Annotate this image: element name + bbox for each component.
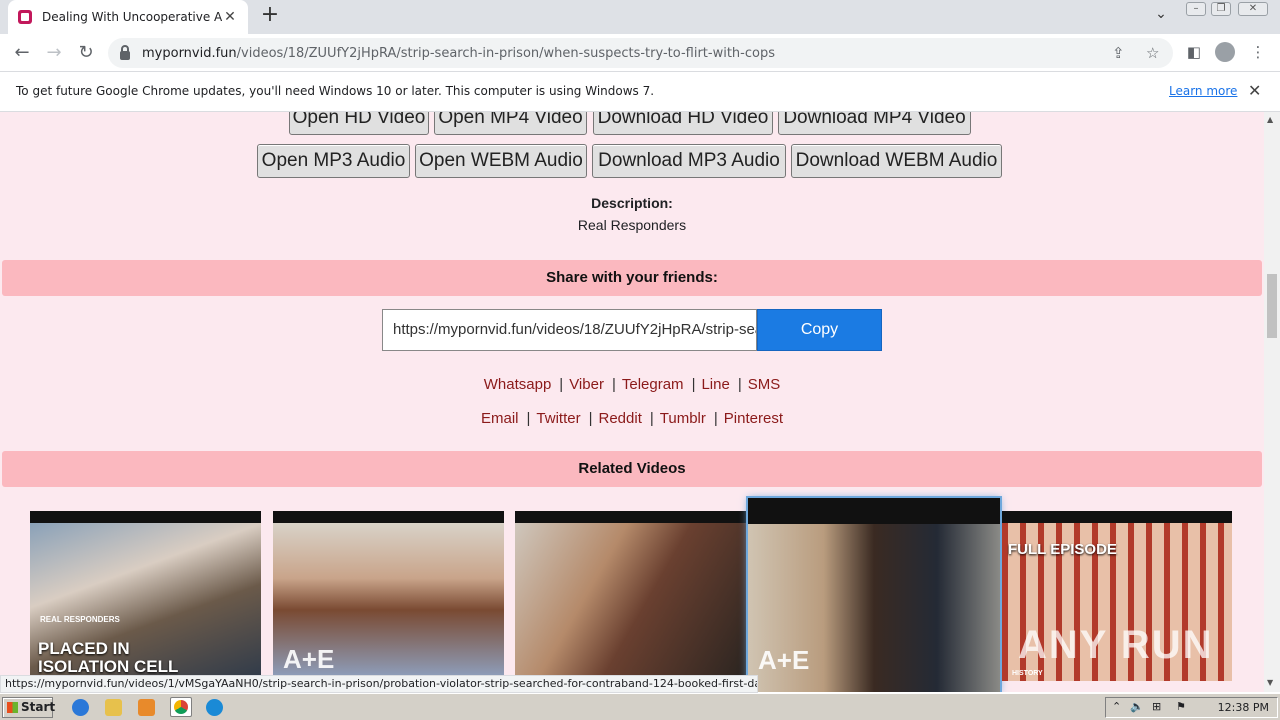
- start-label: Start: [21, 700, 56, 714]
- media-player-icon[interactable]: [138, 699, 155, 716]
- restore-icon[interactable]: ❐: [1211, 2, 1231, 16]
- email-link[interactable]: Email: [481, 410, 519, 427]
- telegram-link[interactable]: Telegram: [622, 376, 684, 393]
- share-url-input[interactable]: https://mypornvid.fun/videos/18/ZUUfY2jH…: [382, 309, 757, 351]
- menu-kebab-icon[interactable]: ⋮: [1248, 43, 1268, 63]
- scroll-down-arrow-icon[interactable]: ▼: [1267, 678, 1273, 687]
- share-links-row-1: Whatsapp | Viber | Telegram | Line | SMS: [0, 376, 1264, 393]
- tumblr-link[interactable]: Tumblr: [660, 410, 706, 427]
- description-heading: Description:: [591, 195, 673, 211]
- system-clock[interactable]: 12:38 PM: [1218, 701, 1269, 714]
- download-mp4-video-button[interactable]: Download MP4 Video: [778, 112, 971, 135]
- infobar-close-icon[interactable]: ✕: [1248, 81, 1261, 100]
- network-icon[interactable]: ⊞: [1152, 700, 1161, 713]
- volume-icon[interactable]: 🔈: [1130, 700, 1144, 713]
- ae-watermark: A+E: [283, 644, 335, 674]
- thumbnail-caption-line-1: PLACED IN: [38, 639, 130, 658]
- whatsapp-link[interactable]: Whatsapp: [484, 376, 552, 393]
- viber-link[interactable]: Viber: [569, 376, 604, 393]
- thumbnail-image: [515, 523, 746, 681]
- tab-title: Dealing With Uncooperative And Dru: [42, 10, 222, 24]
- active-tab[interactable]: Dealing With Uncooperative And Dru ✕: [8, 0, 248, 34]
- thumbnail-caption-line-2: ISOLATION CELL: [38, 657, 179, 676]
- page-content: Open HD Video Open MP4 Video Download HD…: [0, 112, 1264, 692]
- ae-watermark: A+E: [758, 645, 810, 675]
- copy-button[interactable]: Copy: [757, 309, 882, 351]
- related-video-thumbnail[interactable]: FULL EPISODE ANY RUN HISTORY: [1002, 511, 1232, 681]
- download-mp3-audio-button[interactable]: Download MP3 Audio: [592, 144, 786, 178]
- history-channel-logo: HISTORY: [1012, 670, 1043, 677]
- related-video-thumbnail[interactable]: [515, 511, 746, 681]
- related-video-thumbnail[interactable]: A+E: [273, 511, 504, 681]
- action-center-flag-icon[interactable]: ⚑: [1176, 700, 1186, 713]
- browser-toolbar: ← → ↻ mypornvid.fun/videos/18/ZUUfY2jHpR…: [0, 34, 1280, 72]
- window-close-icon[interactable]: ✕: [1238, 2, 1268, 16]
- related-videos-heading: Related Videos: [2, 451, 1262, 487]
- share-heading: Share with your friends:: [2, 260, 1262, 296]
- edge-icon[interactable]: [206, 699, 223, 716]
- forward-arrow-icon[interactable]: →: [42, 41, 66, 65]
- link-separator: |: [588, 410, 593, 427]
- full-episode-label: FULL EPISODE: [1008, 541, 1117, 558]
- open-hd-video-button[interactable]: Open HD Video: [289, 112, 429, 135]
- profile-avatar[interactable]: [1215, 42, 1235, 62]
- chrome-icon: [174, 700, 188, 714]
- minimize-icon[interactable]: –: [1186, 2, 1206, 16]
- sms-link[interactable]: SMS: [748, 376, 781, 393]
- link-separator: |: [611, 376, 616, 393]
- file-explorer-icon[interactable]: [105, 699, 122, 716]
- description-value: Real Responders: [577, 217, 687, 233]
- windows-logo-icon: [7, 702, 18, 713]
- link-status-bubble: https://mypornvid.fun/videos/1/vMSgaYAaN…: [0, 675, 758, 693]
- chrome-taskbar-button[interactable]: [170, 697, 192, 717]
- scroll-up-arrow-icon[interactable]: ▲: [1267, 115, 1273, 124]
- share-links-row-2: Email | Twitter | Reddit | Tumblr | Pinterest: [0, 410, 1264, 427]
- windows-taskbar: Start ⌃ 🔈 ⊞ ⚑ 12:38 PM: [0, 693, 1280, 720]
- share-page-icon[interactable]: ⇪: [1112, 44, 1125, 62]
- line-link[interactable]: Line: [701, 376, 729, 393]
- vertical-scrollbar[interactable]: ▲ ▼: [1264, 112, 1280, 692]
- anyrun-watermark: ANY RUN: [1018, 623, 1214, 667]
- twitter-link[interactable]: Twitter: [536, 410, 580, 427]
- url-text: mypornvid.fun/videos/18/ZUUfY2jHpRA/stri…: [142, 45, 775, 61]
- related-video-thumbnail[interactable]: REAL RESPONDERS PLACED IN ISOLATION CELL: [30, 511, 261, 681]
- infobar-message: To get future Google Chrome updates, you…: [16, 84, 655, 98]
- open-webm-audio-button[interactable]: Open WEBM Audio: [415, 144, 587, 178]
- tray-expand-icon[interactable]: ⌃: [1112, 700, 1121, 713]
- update-infobar: To get future Google Chrome updates, you…: [0, 72, 1280, 112]
- pinterest-link[interactable]: Pinterest: [724, 410, 783, 427]
- real-responders-badge: REAL RESPONDERS: [40, 615, 120, 624]
- tab-strip: Dealing With Uncooperative And Dru ✕ + ⌄…: [0, 0, 1280, 34]
- system-tray: ⌃ 🔈 ⊞ ⚑ 12:38 PM: [1105, 697, 1278, 718]
- reload-icon[interactable]: ↻: [74, 41, 98, 65]
- learn-more-link[interactable]: Learn more: [1169, 84, 1237, 98]
- link-separator: |: [691, 376, 696, 393]
- link-separator: |: [526, 410, 531, 427]
- tab-close-icon[interactable]: ✕: [222, 9, 238, 25]
- related-video-thumbnail-hovered[interactable]: A+E: [748, 498, 1000, 692]
- reddit-link[interactable]: Reddit: [599, 410, 642, 427]
- open-mp4-video-button[interactable]: Open MP4 Video: [434, 112, 587, 135]
- download-webm-audio-button[interactable]: Download WEBM Audio: [791, 144, 1002, 178]
- ie-icon[interactable]: [72, 699, 89, 716]
- site-favicon-icon: [18, 10, 32, 24]
- side-panel-icon[interactable]: ◧: [1184, 43, 1204, 63]
- address-bar[interactable]: mypornvid.fun/videos/18/ZUUfY2jHpRA/stri…: [108, 38, 1173, 68]
- new-tab-button[interactable]: +: [258, 4, 282, 28]
- start-button[interactable]: Start: [2, 697, 56, 718]
- back-arrow-icon[interactable]: ←: [10, 41, 34, 65]
- link-separator: |: [713, 410, 718, 427]
- link-separator: |: [737, 376, 742, 393]
- download-hd-video-button[interactable]: Download HD Video: [593, 112, 773, 135]
- link-separator: |: [649, 410, 654, 427]
- link-separator: |: [559, 376, 564, 393]
- scrollbar-thumb[interactable]: [1267, 274, 1277, 338]
- tab-search-chevron-icon[interactable]: ⌄: [1150, 6, 1172, 28]
- open-mp3-audio-button[interactable]: Open MP3 Audio: [257, 144, 410, 178]
- lock-icon[interactable]: [120, 44, 130, 60]
- bookmark-star-icon[interactable]: ☆: [1146, 44, 1159, 62]
